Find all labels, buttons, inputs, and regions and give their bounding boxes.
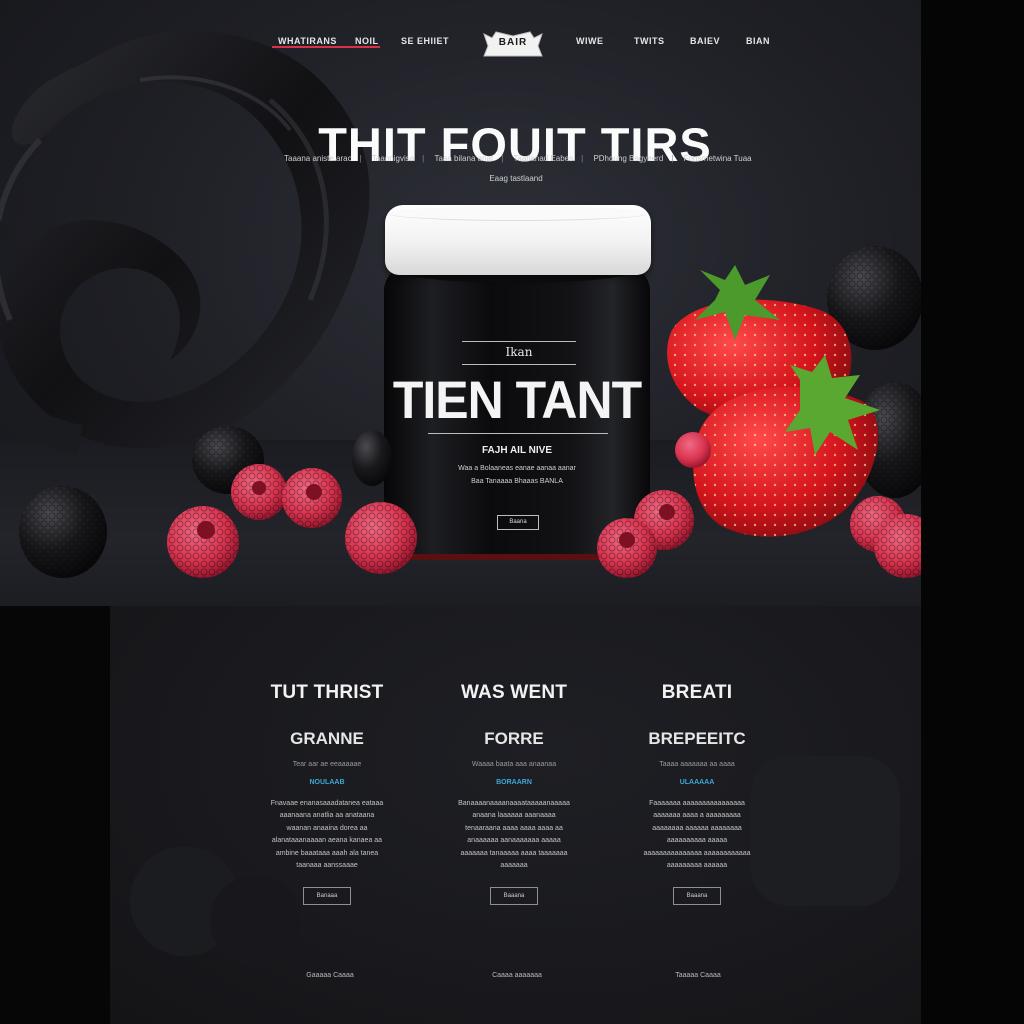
feature-link[interactable]: ULAAAAA [597,779,797,786]
hero-section: WHATIRANS NOIL SE EHIIET BAIR WIWE TWITS… [0,0,921,606]
blackberry-left [19,486,107,578]
feature-heading: BREATI [661,682,733,703]
feature-heading: WAS WENT [460,682,568,703]
footer-link-2[interactable]: Caaaa aaaaaaa [467,972,567,979]
feature-subheading: FORRE [484,729,544,748]
raspberry-2 [282,468,342,528]
right-margin [921,0,1024,1024]
feature-link[interactable]: NOULAAB [227,779,427,786]
raspberry-9 [675,432,711,468]
landing-page: WHATIRANS NOIL SE EHIIET BAIR WIWE TWITS… [0,0,921,1024]
feature-subheading: GRANNE [290,729,364,748]
blackberry-behind-jar [352,430,392,486]
feature-description: Fnavaae enanasaaadatanea eataaa aaanaana… [270,800,384,870]
raspberry-1 [231,464,287,520]
footer-link-1[interactable]: Gaaaaa Caaaa [280,972,380,979]
raspberry-4 [345,502,417,574]
berries-decoration [19,246,921,578]
feature-subheading: BREPEEITC [648,729,746,748]
feature-button[interactable]: Baaana [673,887,721,906]
features-section: TUT THRIST GRANNE Tear aar ae eeaaaaae N… [0,606,921,1024]
footer-link-3[interactable]: Taaaaa Caaaa [648,972,748,979]
feature-button[interactable]: Banaaa [303,887,351,906]
feature-column-2: WAS WENT FORRE Waaaa baata aaa anaanaa B… [414,682,614,906]
feature-description: Faaaaaaa aaaaaaaaaaaaaaaa aaaaaaa aaaa a… [643,800,751,870]
feature-tagline: Tear aar ae eeaaaaae [292,761,362,768]
feature-heading: TUT THRIST [270,682,384,703]
feature-button[interactable]: Baaana [490,887,538,906]
feature-description: Banaaaanaaaanaaaataaaaanaaaaa anaana laa… [458,800,570,870]
raspberry-3 [167,506,239,578]
raspberry-6 [597,518,657,578]
feature-column-1: TUT THRIST GRANNE Tear aar ae eeaaaaae N… [227,682,427,906]
feature-tagline: Waaaa baata aaa anaanaa [471,761,557,768]
feature-tagline: Taaaa aaaaaaa aa aaaa [659,761,735,768]
feature-link[interactable]: BORAARN [414,779,614,786]
feature-column-3: BREATI BREPEEITC Taaaa aaaaaaa aa aaaa U… [597,682,797,906]
